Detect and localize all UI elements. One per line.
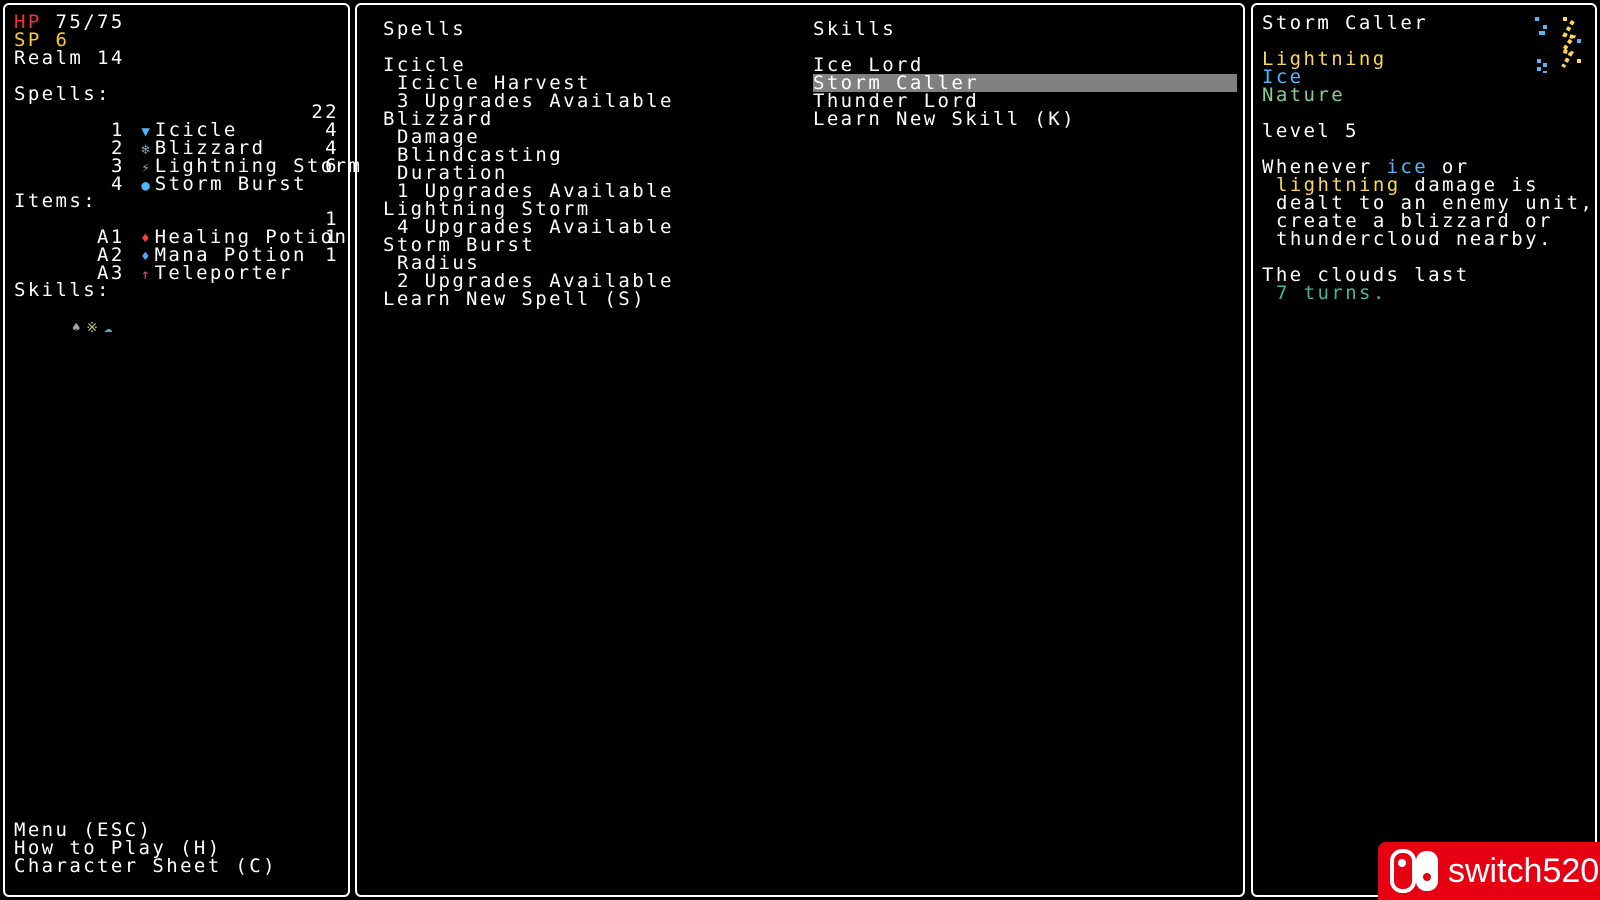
skills-column-title: Skills: [813, 18, 897, 40]
spell-charges: 6: [325, 155, 339, 177]
spell-key: 4: [111, 173, 125, 195]
switch520-watermark: switch520: [1378, 842, 1600, 900]
item-count: 1: [325, 244, 339, 266]
thunder-lord-icon[interactable]: ☁: [101, 319, 117, 337]
skills-heading: Skills:: [14, 279, 111, 301]
spell-slot-2[interactable]: 2 ❄ Blizzard 4: [14, 121, 339, 159]
storm-burst-icon: ●: [141, 178, 153, 194]
ice-lord-icon[interactable]: ♠: [69, 319, 85, 337]
storm-caller-art-icon: [1533, 15, 1585, 73]
detail-title: Storm Caller: [1262, 12, 1429, 34]
upgrade-panel: Spells Skills Icicle Icicle Harvest 3 Up…: [355, 3, 1245, 897]
item-slot-a2[interactable]: A2 ♦ Mana Potion 1: [14, 228, 339, 266]
watermark-text: switch520: [1448, 851, 1600, 890]
teleporter-icon: ↑: [141, 267, 152, 283]
spell-slot-4[interactable]: 4 ● Storm Burst 6: [14, 155, 339, 195]
realm-label: Realm 14: [14, 47, 125, 69]
skill-icons: ♠ ※ ☁: [14, 299, 117, 336]
spell-slot-1[interactable]: 1 ▼ Icicle 22: [14, 103, 339, 141]
item-slot-a3[interactable]: A3 ↑ Teleporter 1: [14, 244, 339, 284]
skill-level: level 5: [1262, 120, 1359, 142]
learn-new-skill-button[interactable]: Learn New Skill (K): [813, 110, 1076, 129]
spell-slot-3[interactable]: 3 ⚡ Lightning Storm 4: [14, 139, 360, 177]
spell-name: Storm Burst: [154, 173, 307, 195]
desc-duration: 7 turns.: [1276, 282, 1387, 304]
tag-nature: Nature: [1262, 84, 1346, 106]
desc-text: thundercloud nearby.: [1276, 228, 1553, 250]
storm-caller-icon[interactable]: ※: [85, 319, 101, 337]
item-name: Teleporter: [154, 262, 293, 284]
spells-column-title: Spells: [383, 18, 467, 40]
character-sheet-link[interactable]: Character Sheet (C): [14, 857, 277, 876]
spells-heading: Spells:: [14, 83, 111, 105]
items-heading: Items:: [14, 190, 98, 212]
character-panel: HP 75/75 SP 6 Realm 14 Spells: 1 ▼ Icicle…: [3, 3, 360, 897]
learn-new-spell-button[interactable]: Learn New Spell (S): [383, 290, 646, 309]
switch-logo-icon: [1388, 849, 1444, 893]
item-slot-a1[interactable]: A1 ♦ Healing Potion 1: [14, 210, 346, 248]
skill-detail-panel: Storm Caller Lightning Ice Nature level …: [1251, 3, 1597, 897]
